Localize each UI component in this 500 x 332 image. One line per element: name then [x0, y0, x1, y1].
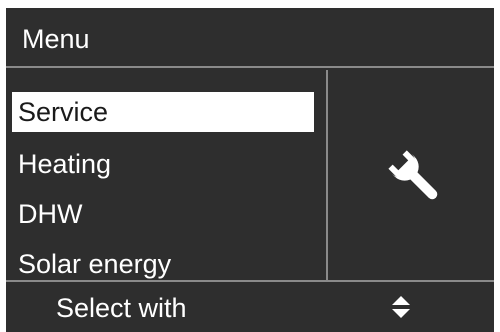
page-title: Menu: [22, 24, 90, 54]
header-bar: Menu: [6, 8, 494, 68]
menu-item-label: Heating: [18, 149, 112, 179]
menu-item-label: DHW: [18, 199, 83, 229]
category-icon-panel: [328, 70, 494, 280]
menu-item-heating[interactable]: Heating: [12, 144, 314, 184]
up-down-arrows-icon: [392, 296, 410, 318]
menu-item-service[interactable]: Service: [12, 92, 314, 132]
menu-item-solar-energy[interactable]: Solar energy: [12, 244, 314, 284]
menu-item-label: Service: [18, 97, 109, 127]
display-screen: Menu Service Heating DHW Solar energy Se…: [6, 8, 494, 332]
menu-list: Service Heating DHW Solar energy: [6, 70, 328, 280]
footer-bar: Select with: [6, 280, 494, 332]
menu-item-dhw[interactable]: DHW: [12, 194, 314, 234]
footer-hint: Select with: [56, 293, 187, 323]
wrench-icon: [388, 150, 438, 200]
menu-item-label: Solar energy: [18, 249, 172, 279]
